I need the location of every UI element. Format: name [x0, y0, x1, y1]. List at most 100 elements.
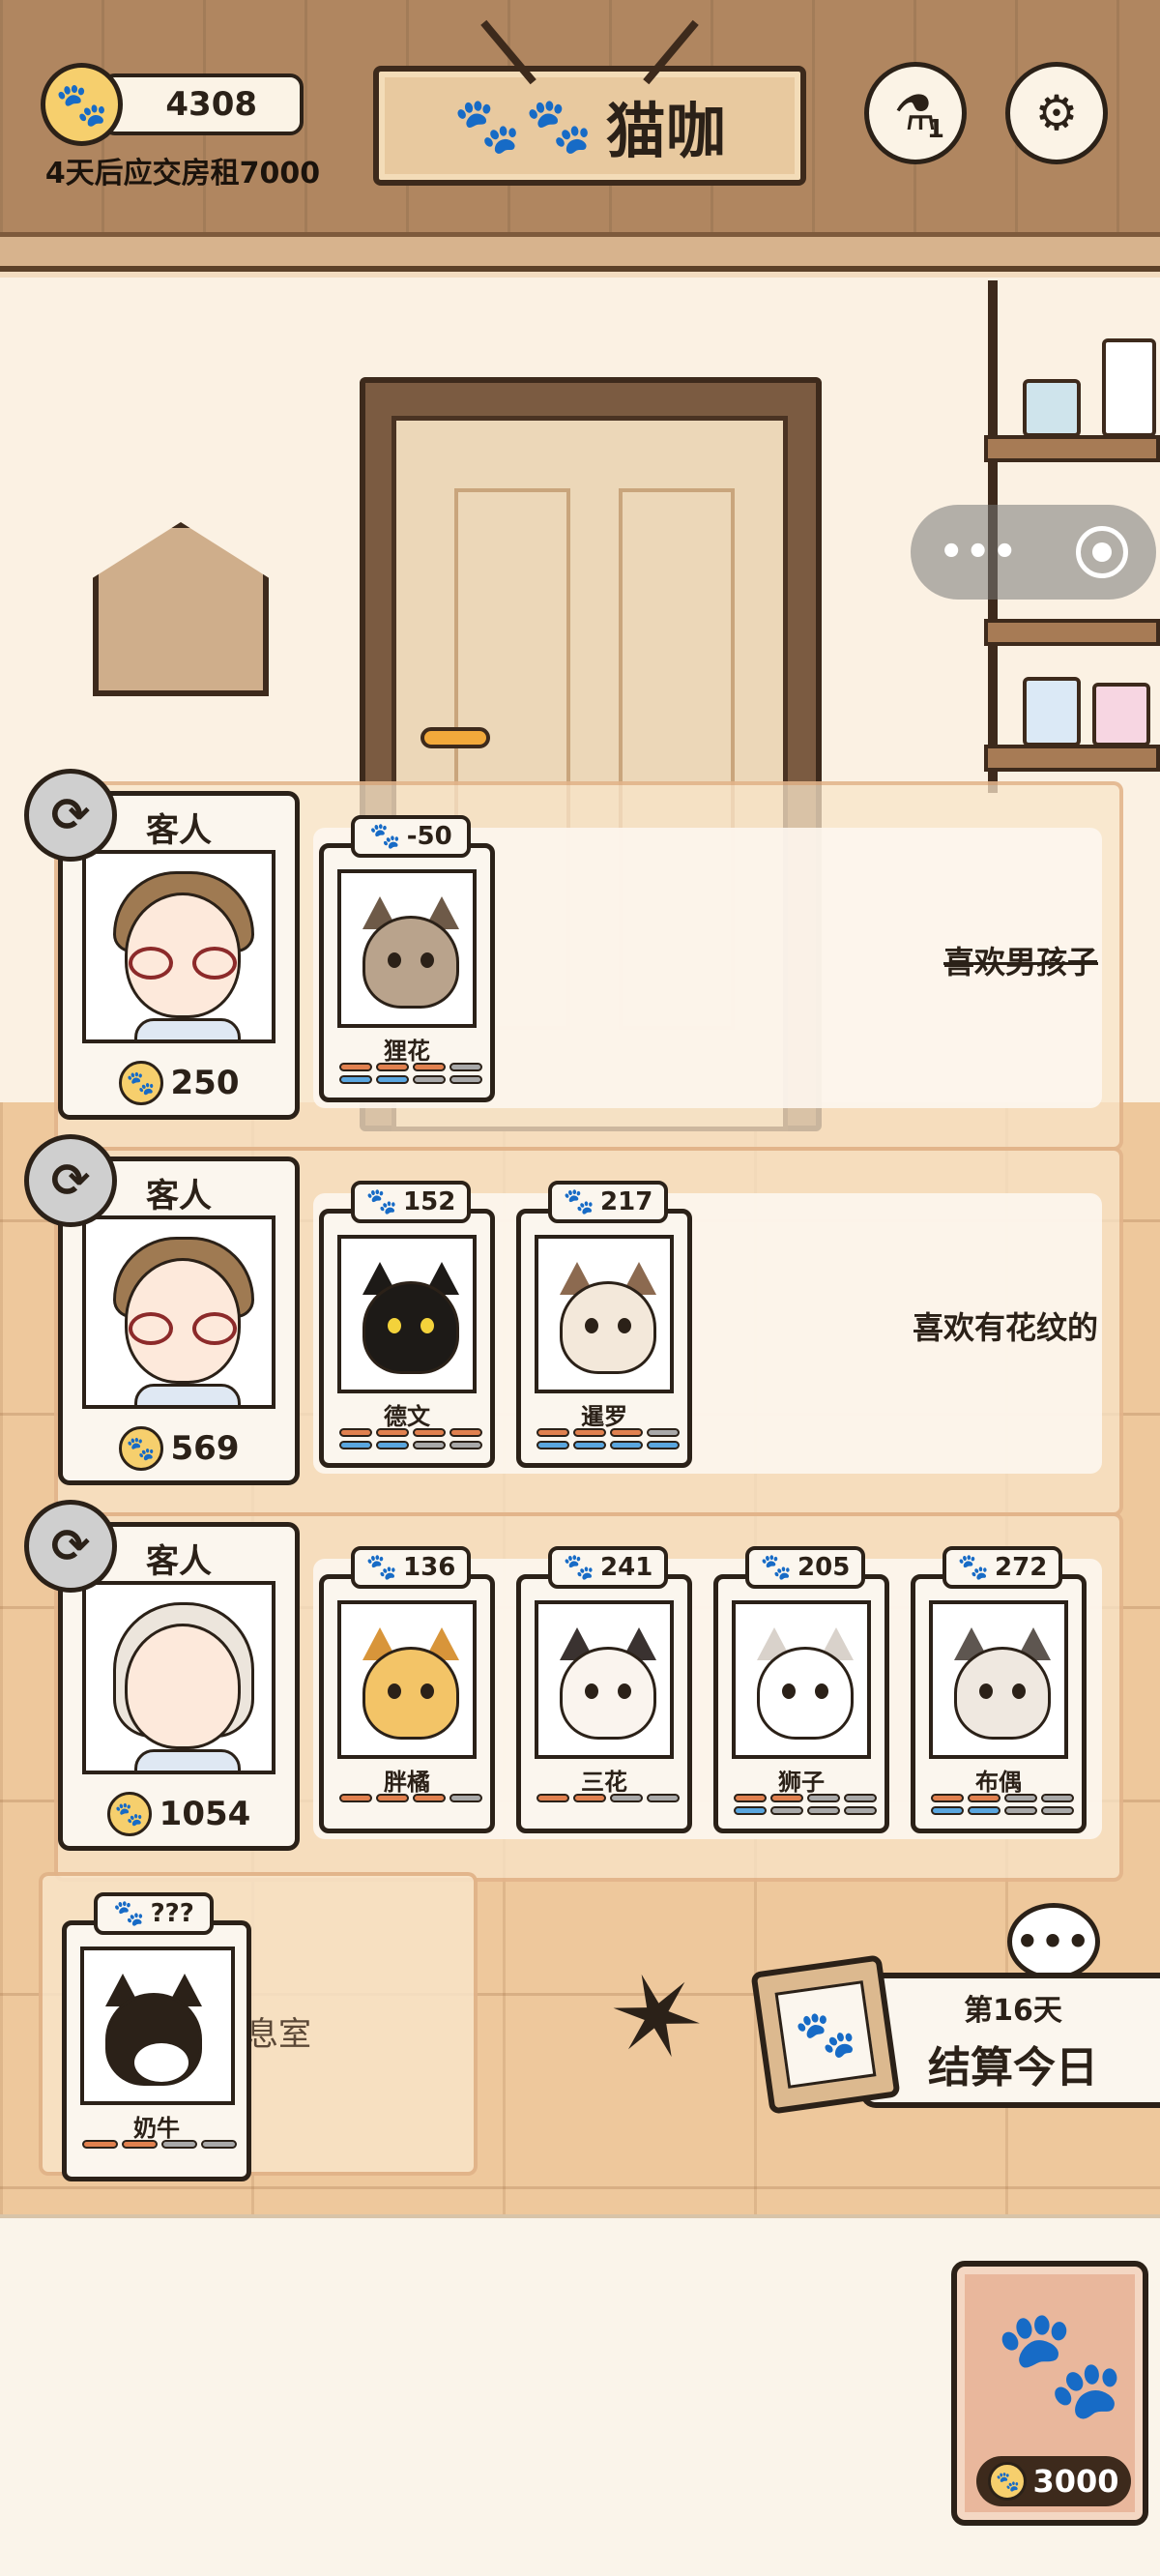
cat-score: 241: [600, 1553, 653, 1582]
stat-segment: [450, 1441, 482, 1449]
paw-icon: 🐾: [365, 1553, 398, 1582]
cat-eye: [420, 1318, 434, 1333]
stat-segment: [413, 1428, 446, 1437]
cat-card[interactable]: 🐾 217 暹罗: [516, 1181, 692, 1468]
shelf: [984, 745, 1160, 772]
stat-segment: [450, 1075, 482, 1084]
guest-card[interactable]: ⟳ 客人 🐾 569: [24, 1134, 300, 1485]
lounge-area[interactable]: 息室 🐾 ??? 奶牛: [39, 1872, 478, 2181]
cat-eye: [585, 1318, 598, 1333]
cat-card[interactable]: 🐾 -50 狸花: [319, 815, 495, 1102]
guest-budget-amount: 569: [170, 1429, 240, 1468]
stat-segment: [1041, 1794, 1074, 1802]
stat-bar-row: [339, 1794, 482, 1802]
stat-segment: [413, 1794, 446, 1802]
guest-face: [125, 1624, 241, 1749]
cat-score-tag: 🐾 272: [942, 1546, 1062, 1589]
stat-bar-row: [536, 1794, 680, 1802]
customer-row: ⟳ 客人 🐾 1054 🐾 136 胖橘 🐾 241 三花 🐾 205 狮子 🐾 272 布偶: [24, 1500, 1123, 1882]
cat-card[interactable]: 🐾 136 胖橘: [319, 1546, 495, 1833]
cat-eye: [979, 1683, 993, 1699]
paw-icon: 🐾: [774, 1980, 877, 2089]
stat-segment: [610, 1794, 643, 1802]
coin-amount: 4308: [102, 73, 304, 135]
gear-icon: ⚙: [1034, 85, 1079, 141]
buy-price: 🐾 3000: [976, 2456, 1131, 2506]
cat-score-tag: 🐾 217: [548, 1181, 668, 1223]
stat-segment: [536, 1428, 569, 1437]
stat-bar-row: [931, 1794, 1074, 1802]
cat-card[interactable]: 🐾 152 德文: [319, 1181, 495, 1468]
stat-segment: [376, 1075, 409, 1084]
stat-segment: [122, 2140, 158, 2149]
cat-score: 136: [403, 1553, 456, 1582]
refresh-button[interactable]: ⟳: [24, 1500, 117, 1593]
close-mini-program-button[interactable]: [1075, 526, 1128, 578]
jar-icon: [1023, 677, 1081, 746]
guest-card[interactable]: ⟳ 客人 🐾 250: [24, 769, 300, 1120]
cat-score-tag: 🐾 205: [745, 1546, 865, 1589]
guest-budget-amount: 1054: [159, 1795, 251, 1833]
bottle-icon: [1102, 338, 1156, 437]
more-menu-button[interactable]: •••: [939, 530, 1019, 574]
paw-coin-icon: 🐾: [41, 63, 124, 146]
stat-segment: [968, 1806, 1000, 1815]
cat-card[interactable]: 🐾 272 布偶: [911, 1546, 1087, 1833]
paw-icon: 🐾: [563, 1187, 595, 1216]
refresh-button[interactable]: ⟳: [24, 1134, 117, 1227]
cat-score: 272: [995, 1553, 1048, 1582]
stat-segment: [536, 1441, 569, 1449]
cat-eye: [388, 1318, 401, 1333]
stat-segment: [807, 1806, 840, 1815]
guest-card[interactable]: ⟳ 客人 🐾 1054: [24, 1500, 300, 1851]
cat-card[interactable]: 🐾 241 三花: [516, 1546, 692, 1833]
clipboard-icon[interactable]: 🐾: [750, 1954, 901, 2115]
refresh-button[interactable]: ⟳: [24, 769, 117, 862]
stat-bar-row: [339, 1075, 482, 1084]
day-counter: 第16天: [964, 1994, 1062, 2028]
cat-stat-bars: [339, 1794, 482, 1806]
stat-segment: [161, 2140, 197, 2149]
cat-score-tag: 🐾 152: [351, 1181, 471, 1223]
paw-icon: 🐾: [563, 1553, 595, 1582]
wall-beam: [0, 237, 1160, 272]
refresh-icon: ⟳: [50, 788, 91, 842]
lounge-label: 息室: [246, 2015, 311, 2054]
cat-name: 暹罗: [581, 1403, 627, 1430]
potion-count: 1: [926, 115, 944, 144]
paw-prints-icon: 🐾🐾: [453, 95, 596, 158]
cat-eye: [420, 952, 434, 968]
buy-cat-card[interactable]: 🐾 🐾 3000: [951, 2261, 1148, 2526]
lounge-cat-card[interactable]: 🐾 ??? 奶牛: [62, 1892, 251, 2181]
rent-due-note: 4天后应交房租7000: [44, 157, 321, 190]
paw-coin-icon: 🐾: [106, 1792, 152, 1836]
stat-segment: [1041, 1806, 1074, 1815]
stat-segment: [450, 1063, 482, 1071]
stat-segment: [82, 2140, 118, 2149]
cat-stat-bars: [734, 1794, 877, 1819]
stat-segment: [770, 1806, 803, 1815]
settle-day-button[interactable]: 第16天 结算今日: [860, 1973, 1160, 2108]
cat-cards: 🐾 152 德文 🐾 217 暹罗: [319, 1180, 692, 1468]
cat-stat-bars: [931, 1794, 1074, 1819]
stat-segment: [450, 1794, 482, 1802]
cat-portrait: [535, 1235, 674, 1393]
stat-segment: [968, 1794, 1000, 1802]
mini-program-capsule: •••: [911, 505, 1156, 600]
paw-icon: 🐾: [365, 1187, 398, 1216]
cat-stat-bars: [82, 2140, 237, 2152]
settings-button[interactable]: ⚙: [1005, 62, 1108, 164]
stat-bar-row: [536, 1441, 680, 1449]
stat-segment: [770, 1794, 803, 1802]
cat-icon: [954, 1647, 1051, 1740]
pink-paw-icon: 🐾: [994, 2301, 1126, 2425]
stat-segment: [413, 1063, 446, 1071]
cat-card[interactable]: 🐾 205 狮子: [713, 1546, 889, 1833]
stat-segment: [807, 1794, 840, 1802]
jar-icon: [1023, 379, 1081, 437]
cat-eye: [420, 1683, 434, 1699]
cat-muzzle: [134, 2043, 188, 2082]
cat-eye: [1012, 1683, 1026, 1699]
potion-button[interactable]: ⚗ 1: [864, 62, 967, 164]
cat-icon: [362, 1281, 459, 1374]
